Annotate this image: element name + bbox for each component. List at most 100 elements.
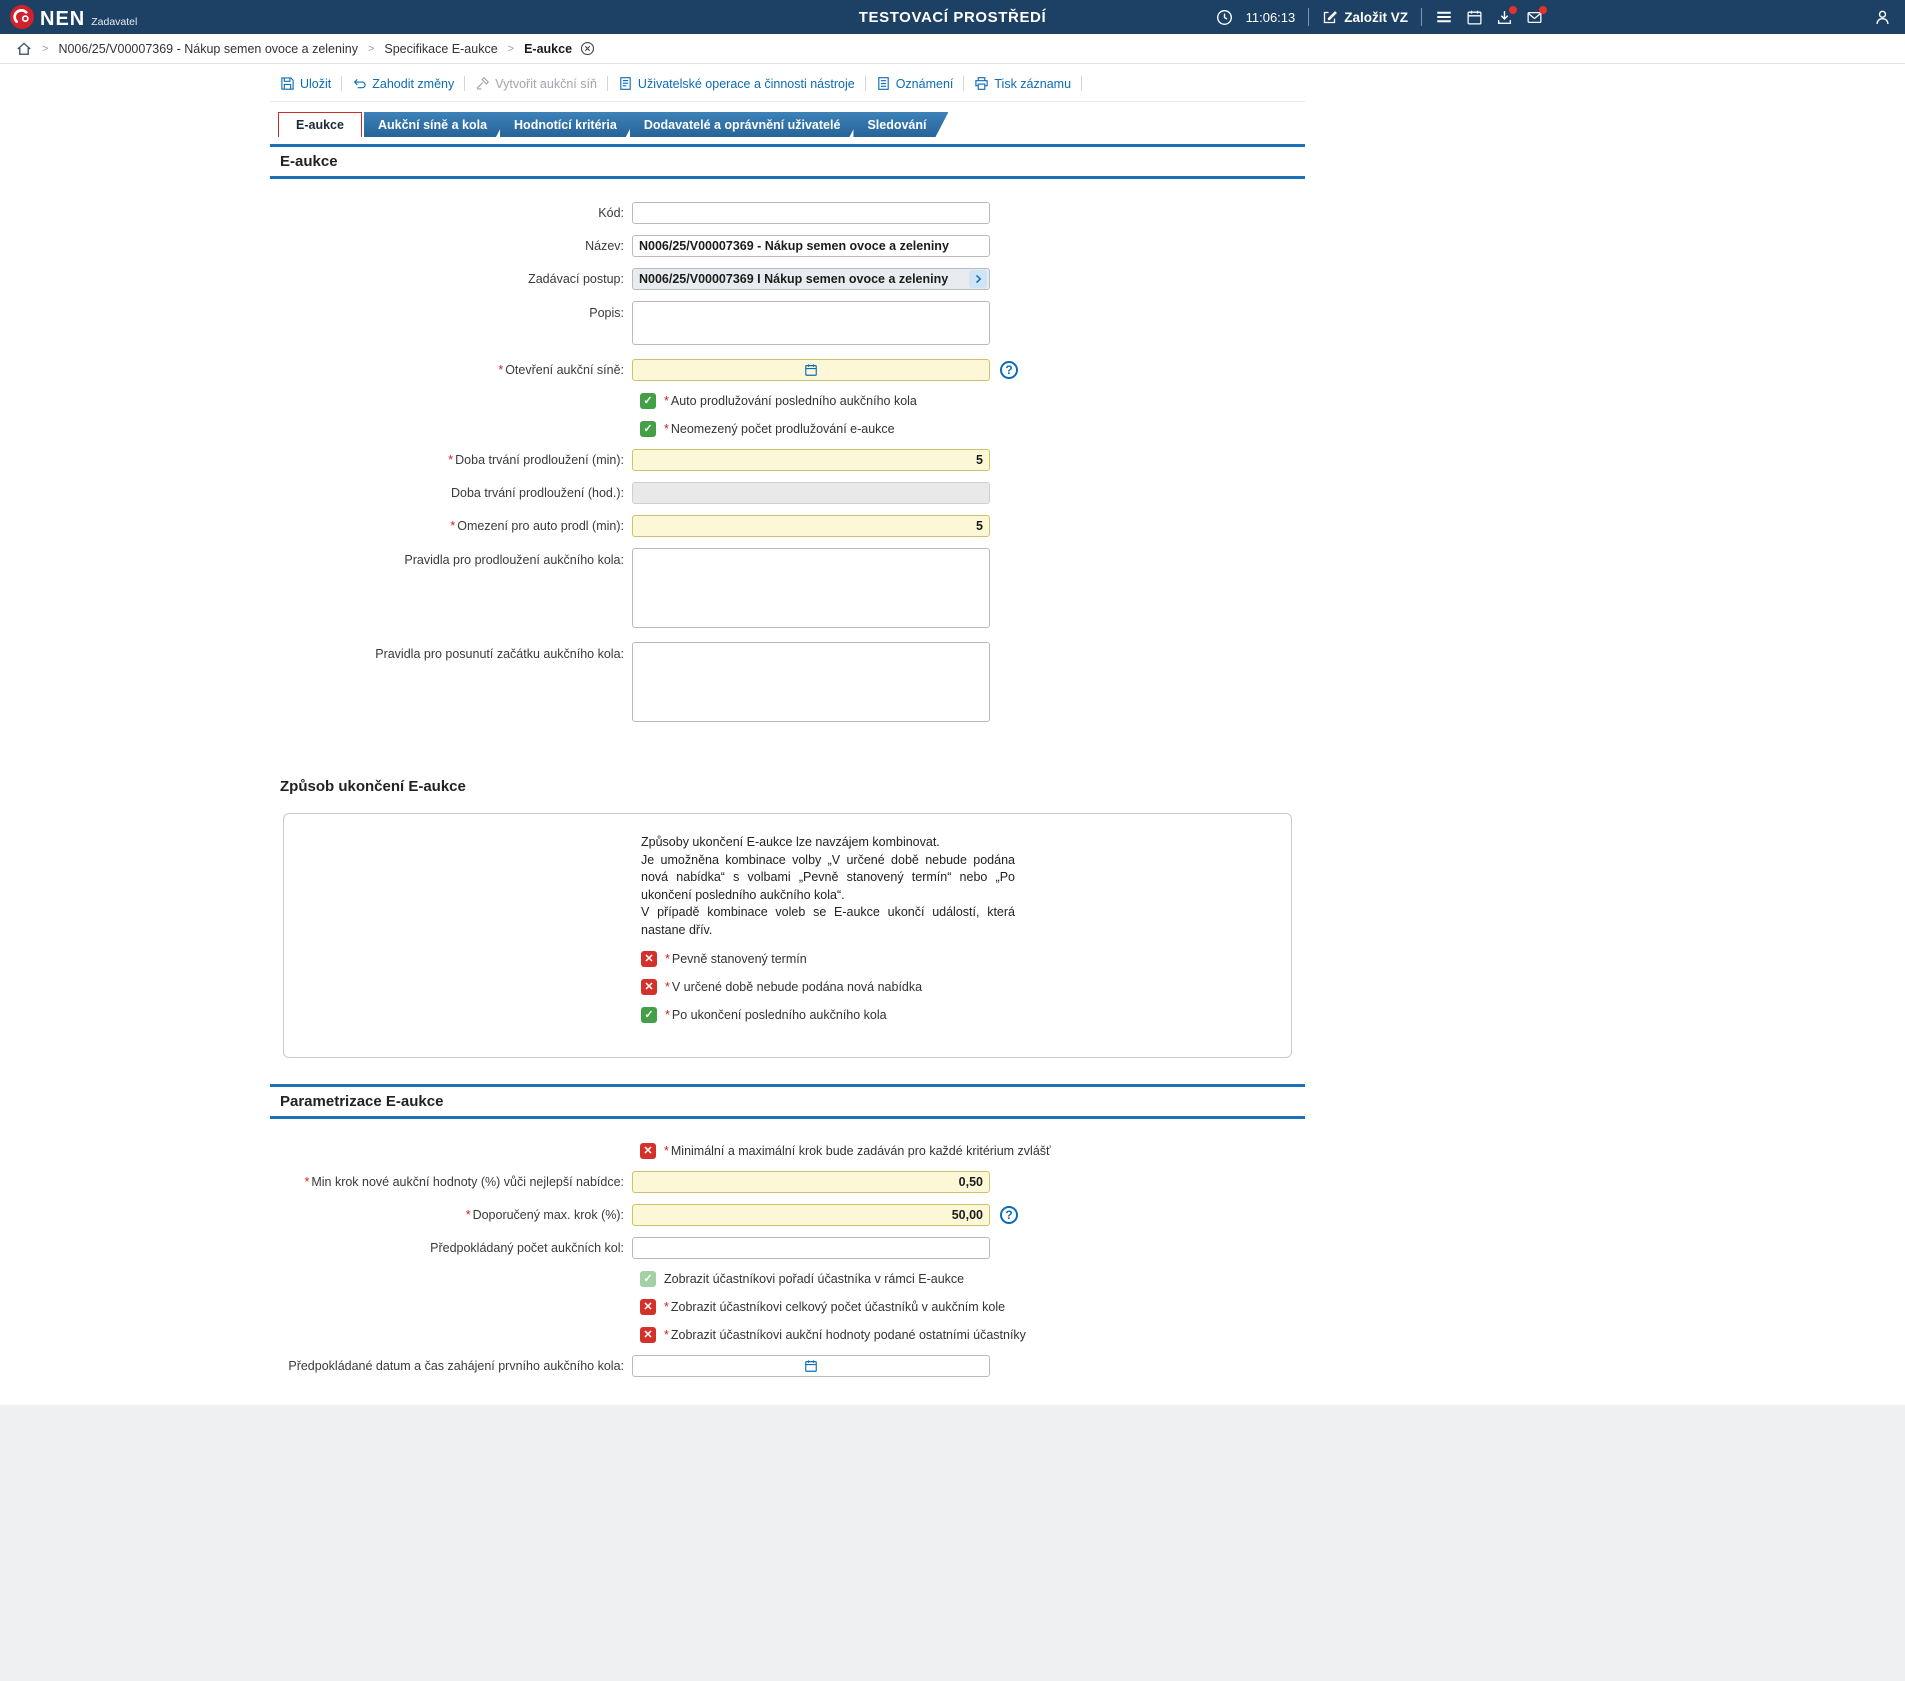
menu-button[interactable]: [1435, 8, 1453, 26]
calendar-icon: [1466, 9, 1483, 26]
neomezeny-pocet-checkbox[interactable]: ✓: [640, 421, 656, 437]
min-krok-input[interactable]: [632, 1171, 990, 1193]
save-icon: [280, 76, 295, 91]
downloads-button[interactable]: [1496, 5, 1517, 26]
calendar-button[interactable]: [1466, 9, 1483, 26]
tab-e-aukce[interactable]: E-aukce: [278, 112, 362, 137]
print-record-button[interactable]: Tisk záznamu: [964, 76, 1083, 91]
tab-aukcni-sine-a-kola[interactable]: Aukční síně a kola: [364, 112, 509, 137]
breadcrumb-item-procedure[interactable]: N006/25/V00007369 - Nákup semen ovoce a …: [58, 42, 358, 56]
breadcrumb-separator: >: [42, 42, 49, 55]
doba-trvani-hod-label: Doba trvání prodloužení (hod.):: [450, 485, 624, 500]
otevreni-calendar-icon[interactable]: [804, 363, 818, 377]
header-time: 11:06:13: [1245, 9, 1296, 25]
pevny-termin-checkbox[interactable]: ✕: [641, 951, 657, 967]
user-operations-label: Uživatelské operace a činnosti nástroje: [637, 76, 855, 91]
field-kod: Kód:: [270, 202, 1305, 224]
nazev-input[interactable]: [632, 235, 990, 257]
nova-nabidka-label: * V určené době nebude podána nová nabídk…: [665, 980, 923, 994]
clock-icon: [1216, 9, 1233, 26]
brand-name: NEN: [40, 7, 86, 30]
doba-trvani-min-input[interactable]: [632, 449, 990, 471]
section-title-parametrizace: Parametrizace E-aukce: [270, 1084, 1305, 1119]
popis-textarea[interactable]: [632, 301, 990, 345]
zobrazit-poradi-label: Zobrazit účastníkovi pořadí účastníka v …: [664, 1272, 965, 1286]
breadcrumb: > N006/25/V00007369 - Nákup semen ovoce …: [0, 34, 1905, 64]
kod-input[interactable]: [632, 202, 990, 224]
field-krok-zvlast: ✕ * Minimální a maximální krok bude zadáv…: [640, 1143, 1305, 1159]
hamburger-icon: [1435, 8, 1453, 26]
tab-sledovani[interactable]: Sledování: [853, 112, 948, 137]
zobrazit-hodnoty-label: * Zobrazit účastníkovi aukční hodnoty pod…: [664, 1328, 1026, 1342]
field-zobrazit-hodnoty: ✕ * Zobrazit účastníkovi aukční hodnoty p…: [640, 1327, 1305, 1343]
person-icon: [1874, 9, 1891, 26]
field-po-ukonceni: ✓ * Po ukončení posledního aukčního kola: [641, 1007, 1291, 1023]
field-doba-trvani-hod: Doba trvání prodloužení (hod.):: [270, 482, 1305, 504]
user-operations-button[interactable]: Uživatelské operace a činnosti nástroje: [608, 76, 866, 91]
popis-label: Popis:: [589, 306, 624, 320]
datum-zahajeni-calendar-icon[interactable]: [804, 1359, 818, 1373]
field-nova-nabidka: ✕ * V určené době nebude podána nová nabí…: [641, 979, 1291, 995]
pravidla-prodlouzeni-textarea[interactable]: [632, 548, 990, 628]
kod-label: Kód:: [598, 205, 624, 220]
neomezeny-pocet-label: * Neomezený počet prodlužování e-aukce: [664, 422, 895, 436]
home-icon[interactable]: [16, 41, 32, 57]
zobrazit-pocet-ucastniku-checkbox[interactable]: ✕: [640, 1299, 656, 1315]
min-krok-label: * Min krok nové aukční hodnoty (%) vůči n…: [304, 1174, 624, 1189]
page-background: Uložit Zahodit změny Vytvořit aukční síň…: [0, 64, 1905, 1405]
max-krok-help-icon[interactable]: ?: [1000, 1206, 1018, 1224]
create-vz-label: Založit VZ: [1344, 9, 1408, 25]
record-toolbar: Uložit Zahodit změny Vytvořit aukční síň…: [270, 64, 1305, 102]
pravidla-posunuti-textarea[interactable]: [632, 642, 990, 722]
zobrazit-hodnoty-checkbox[interactable]: ✕: [640, 1327, 656, 1343]
field-otevreni-aukcni-sine: * Otevření aukční síně: ?: [270, 359, 1305, 381]
max-krok-input[interactable]: [632, 1204, 990, 1226]
otevreni-time-input[interactable]: [818, 360, 989, 380]
discard-changes-button[interactable]: Zahodit změny: [342, 76, 466, 91]
zadavaci-postup-field: N006/25/V00007369 I Nákup semen ovoce a …: [632, 268, 990, 290]
zpusob-ukonceni-groupbox: Způsoby ukončení E-aukce lze navzájem ko…: [283, 813, 1292, 1058]
pevny-termin-label: * Pevně stanovený termín: [665, 952, 807, 966]
field-nazev: Název:: [270, 235, 1305, 257]
zadavaci-postup-open-button[interactable]: [969, 270, 987, 288]
field-neomezeny-pocet: ✓ * Neomezený počet prodlužování e-aukce: [640, 421, 1305, 437]
tab-dodavatele-a-opravneni-uzivatele[interactable]: Dodavatelé a oprávnění uživatelé: [630, 112, 863, 137]
zpusob-ukonceni-info: Způsoby ukončení E-aukce lze navzájem ko…: [641, 835, 1015, 937]
pocet-kol-input[interactable]: [632, 1237, 990, 1259]
otevreni-datetime-field: [632, 359, 990, 381]
field-auto-prodluzovani: ✓ * Auto prodlužování posledního aukčního…: [640, 393, 1305, 409]
zadavaci-postup-label: Zadávací postup:: [528, 271, 624, 286]
print-icon: [974, 76, 989, 91]
otevreni-date-input[interactable]: [633, 360, 804, 380]
workspace-background: [0, 1405, 1905, 1681]
notifications-button[interactable]: Oznámení: [866, 76, 965, 91]
auto-prodluzovani-checkbox[interactable]: ✓: [640, 393, 656, 409]
breadcrumb-item-specification[interactable]: Specifikace E-aukce: [384, 42, 497, 56]
create-vz-button[interactable]: Založit VZ: [1322, 9, 1408, 25]
nazev-label: Název:: [585, 238, 624, 253]
po-ukonceni-checkbox[interactable]: ✓: [641, 1007, 657, 1023]
profile-button[interactable]: [1874, 9, 1891, 26]
datum-zahajeni-time-input[interactable]: [818, 1356, 989, 1376]
close-record-icon[interactable]: [580, 41, 595, 56]
tab-hodnotici-kriteria[interactable]: Hodnotící kritéria: [500, 112, 639, 137]
max-krok-label: * Doporučený max. krok (%):: [465, 1207, 624, 1222]
save-button[interactable]: Uložit: [278, 76, 343, 91]
field-min-krok: * Min krok nové aukční hodnoty (%) vůči n…: [270, 1171, 1305, 1193]
field-pocet-kol: Předpokládaný počet aukčních kol:: [270, 1237, 1305, 1259]
header-separator: [1421, 8, 1422, 26]
field-pravidla-posunuti: Pravidla pro posunutí začátku aukčního k…: [270, 642, 1305, 725]
omezeni-auto-prodl-input[interactable]: [632, 515, 990, 537]
field-pravidla-prodlouzeni: Pravidla pro prodloužení aukčního kola:: [270, 548, 1305, 631]
breadcrumb-separator: >: [507, 42, 515, 55]
nova-nabidka-checkbox[interactable]: ✕: [641, 979, 657, 995]
messages-button[interactable]: [1526, 5, 1547, 26]
nen-logo[interactable]: NEN Zadavatel: [10, 4, 137, 30]
datum-zahajeni-date-input[interactable]: [633, 1356, 804, 1376]
field-max-krok: *Doporučený max. krok (%): ?: [270, 1204, 1305, 1226]
otevreni-help-icon[interactable]: ?: [1000, 361, 1018, 379]
edit-icon: [1322, 9, 1338, 25]
krok-zvlast-checkbox[interactable]: ✕: [640, 1143, 656, 1159]
field-zadavaci-postup: Zadávací postup: N006/25/V00007369 I Nák…: [270, 268, 1305, 290]
field-zobrazit-pocet-ucastniku: ✕ * Zobrazit účastníkovi celkový počet úč…: [640, 1299, 1305, 1315]
